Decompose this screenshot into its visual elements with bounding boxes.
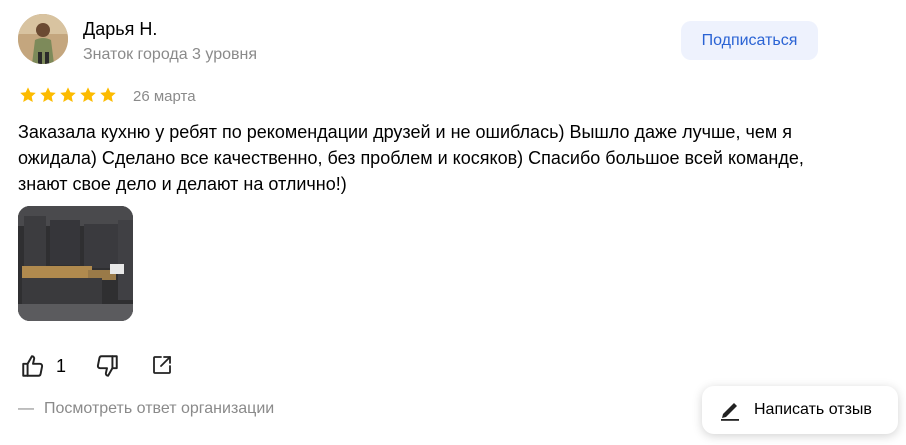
author-avatar[interactable]: [18, 14, 68, 64]
write-review-button[interactable]: Написать отзыв: [702, 386, 898, 434]
thumbs-down-icon: [96, 355, 118, 377]
star-icon: [100, 87, 116, 102]
review-date: 26 марта: [133, 88, 196, 105]
view-organization-reply-label: Посмотреть ответ организации: [44, 400, 275, 417]
write-review-label: Написать отзыв: [754, 401, 872, 418]
pencil-icon: [721, 403, 739, 421]
view-organization-reply[interactable]: — Посмотреть ответ организации: [18, 400, 274, 418]
review-text: Заказала кухню у ребят по рекомендации д…: [18, 122, 804, 194]
author-level: Знаток города 3 уровня: [83, 46, 258, 63]
share-button[interactable]: [150, 353, 174, 377]
star-icon: [60, 87, 76, 102]
review-photo[interactable]: [18, 206, 133, 321]
rating-stars: [19, 86, 117, 104]
like-count: 1: [56, 355, 67, 376]
star-icon: [80, 87, 96, 102]
reply-dash: —: [18, 400, 34, 417]
star-icon: [40, 87, 56, 102]
dislike-button[interactable]: [94, 353, 120, 379]
share-icon: [153, 356, 171, 374]
author-name[interactable]: Дарья Н.: [83, 19, 157, 40]
thumbs-up-icon: [22, 355, 44, 377]
like-button[interactable]: 1: [20, 353, 66, 379]
star-icon: [20, 87, 36, 102]
subscribe-button[interactable]: Подписаться: [681, 21, 818, 60]
